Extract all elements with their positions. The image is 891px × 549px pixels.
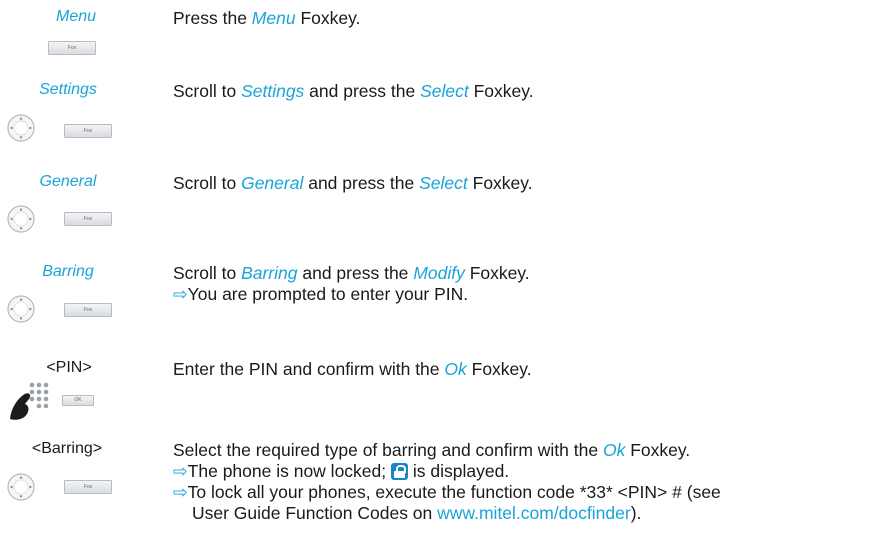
key-label-general: General xyxy=(39,173,97,190)
key-label-pin: <PIN> xyxy=(46,359,92,376)
navigation-key-icon[interactable] xyxy=(6,113,36,143)
navigation-key-icon[interactable] xyxy=(6,294,36,324)
foxkey-button[interactable]: OK xyxy=(62,395,94,406)
key-label-menu: Menu xyxy=(55,8,97,25)
foxkey-button[interactable]: Fox xyxy=(64,124,112,138)
docfinder-link[interactable]: www.mitel.com/docfinder xyxy=(437,503,631,523)
navigation-key-icon[interactable] xyxy=(6,472,36,502)
key-label-barring-type: <Barring> xyxy=(31,440,103,457)
arrow-icon: ⇨ xyxy=(173,482,188,502)
step-description: Select the required type of barring and … xyxy=(173,440,881,524)
step-description: Enter the PIN and confirm with the Ok Fo… xyxy=(173,359,532,379)
lock-icon xyxy=(391,463,408,480)
result-line-continued: User Guide Function Codes on www.mitel.c… xyxy=(192,503,642,523)
step-description: Scroll to General and press the Select F… xyxy=(173,173,533,193)
foxkey-button[interactable]: Fox xyxy=(64,303,112,317)
step-description: Scroll to Barring and press the Modify F… xyxy=(173,263,881,305)
arrow-icon: ⇨ xyxy=(173,284,188,304)
result-line: ⇨You are prompted to enter your PIN. xyxy=(173,284,469,304)
arrow-icon: ⇨ xyxy=(173,461,188,481)
foxkey-button[interactable]: Fox xyxy=(64,480,112,494)
step-description: Scroll to Settings and press the Select … xyxy=(173,81,534,101)
key-label-barring: Barring xyxy=(42,263,94,280)
navigation-key-icon[interactable] xyxy=(6,204,36,234)
keypad-hand-icon[interactable] xyxy=(8,379,52,423)
step-description: Press the Menu Foxkey. xyxy=(173,8,361,28)
result-line: ⇨To lock all your phones, execute the fu… xyxy=(173,482,721,502)
foxkey-button[interactable]: Fox xyxy=(48,41,96,55)
key-label-settings: Settings xyxy=(39,81,97,98)
foxkey-button[interactable]: Fox xyxy=(64,212,112,226)
result-line: ⇨The phone is now locked; is displayed. xyxy=(173,461,510,481)
